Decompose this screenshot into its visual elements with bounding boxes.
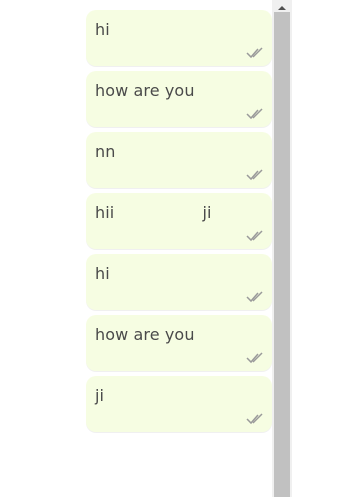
double-check-icon xyxy=(246,47,263,59)
double-check-icon xyxy=(246,291,263,303)
scroll-up-button[interactable] xyxy=(272,0,292,12)
scrollbar-thumb[interactable] xyxy=(274,12,290,497)
message-bubble[interactable]: how are you xyxy=(86,315,272,371)
message-bubble[interactable]: hii ji xyxy=(86,193,272,249)
chat-pane: hi how are you nn hii ji hi how are you … xyxy=(0,0,272,497)
message-bubble[interactable]: hi xyxy=(86,254,272,310)
message-text: how are you xyxy=(95,81,195,100)
message-text: nn xyxy=(95,142,116,161)
message-bubble[interactable]: ji xyxy=(86,376,272,432)
vertical-scrollbar[interactable] xyxy=(272,0,292,497)
message-text: hi xyxy=(95,264,110,283)
message-text: how are you xyxy=(95,325,195,344)
double-check-icon xyxy=(246,413,263,425)
message-text: hi xyxy=(95,20,110,39)
message-text: ji xyxy=(95,386,105,405)
double-check-icon xyxy=(246,169,263,181)
double-check-icon xyxy=(246,230,263,242)
message-bubble[interactable]: nn xyxy=(86,132,272,188)
message-list: hi how are you nn hii ji hi how are you … xyxy=(86,10,272,437)
double-check-icon xyxy=(246,108,263,120)
message-bubble[interactable]: how are you xyxy=(86,71,272,127)
message-text: hii ji xyxy=(95,203,212,222)
message-bubble[interactable]: hi xyxy=(86,10,272,66)
double-check-icon xyxy=(246,352,263,364)
